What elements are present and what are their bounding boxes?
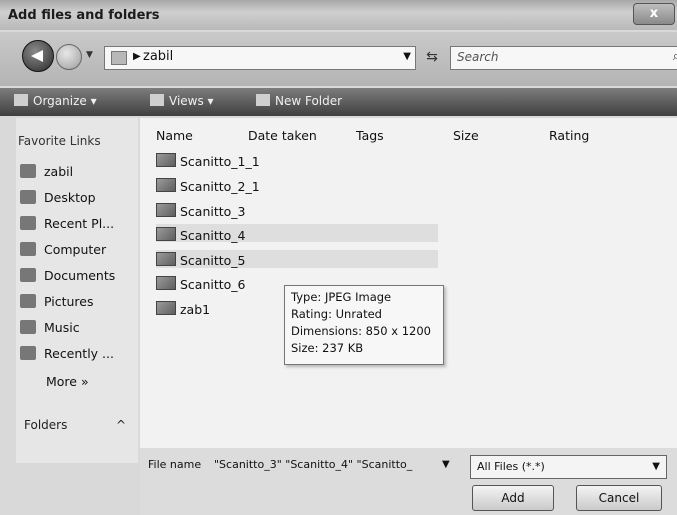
new-folder-button[interactable]: New Folder (256, 94, 342, 108)
address-path[interactable]: zabil (143, 49, 173, 64)
new-folder-icon (256, 94, 270, 106)
views-icon (150, 94, 164, 106)
desktop-icon (20, 190, 36, 204)
favorite-recently-changed[interactable]: Recently ... (20, 346, 114, 361)
file-name-dropdown-icon[interactable]: ▼ (442, 459, 450, 470)
column-size[interactable]: Size (453, 128, 479, 143)
file-info-tooltip: Type: JPEG Image Rating: Unrated Dimensi… (284, 285, 444, 365)
add-files-dialog: Add files and folders x ▼ ▶ zabil ▼ ⇆ Se… (0, 0, 677, 515)
favorite-desktop[interactable]: Desktop (20, 190, 96, 205)
refresh-icon[interactable]: ⇆ (420, 46, 444, 68)
cancel-button[interactable]: Cancel (576, 485, 662, 511)
file-row[interactable]: Scanitto_5 (156, 252, 246, 270)
jpeg-file-icon (156, 301, 176, 315)
jpeg-file-icon (156, 227, 176, 241)
jpeg-file-icon (156, 203, 176, 217)
forward-button[interactable] (56, 44, 82, 70)
tooltip-rating: Rating: Unrated (291, 307, 382, 321)
column-tags[interactable]: Tags (356, 128, 384, 143)
file-name-label: File name (148, 458, 202, 471)
pictures-icon (20, 294, 36, 308)
recent-places-icon (20, 216, 36, 230)
documents-icon (20, 268, 36, 282)
breadcrumb-arrow-icon[interactable]: ▶ (133, 51, 141, 62)
organize-icon (14, 94, 28, 106)
recent-pages-dropdown-icon[interactable]: ▼ (86, 50, 93, 60)
search-placeholder[interactable]: Search (457, 50, 499, 64)
search-input[interactable]: Search ⌕ (450, 46, 677, 70)
add-button[interactable]: Add (472, 485, 554, 511)
file-row[interactable]: Scanitto_2_1 (156, 178, 260, 196)
address-dropdown-icon[interactable]: ▼ (403, 51, 411, 62)
tooltip-dimensions: Dimensions: 850 x 1200 (291, 324, 431, 338)
search-icon[interactable]: ⌕ (673, 49, 677, 64)
organize-menu[interactable]: Organize ▾ (14, 94, 97, 108)
column-rating[interactable]: Rating (549, 128, 589, 143)
favorite-pictures[interactable]: Pictures (20, 294, 94, 309)
jpeg-file-icon (156, 178, 176, 192)
window-title: Add files and folders (8, 8, 160, 23)
favorite-documents[interactable]: Documents (20, 268, 115, 283)
filter-dropdown-icon[interactable]: ▼ (652, 461, 660, 472)
favorite-music[interactable]: Music (20, 320, 80, 335)
column-date-taken[interactable]: Date taken (248, 128, 317, 143)
close-button[interactable]: x (633, 3, 675, 25)
title-bar: Add files and folders x (0, 0, 677, 30)
more-links[interactable]: More » (46, 374, 89, 389)
jpeg-file-icon (156, 252, 176, 266)
command-toolbar: Organize ▾ Views ▾ New Folder (0, 88, 677, 116)
tooltip-size: Size: 237 KB (291, 341, 364, 355)
column-name[interactable]: Name (156, 128, 193, 143)
views-menu[interactable]: Views ▾ (150, 94, 214, 108)
address-bar[interactable]: ▶ zabil ▼ (104, 46, 416, 70)
favorite-computer[interactable]: Computer (20, 242, 106, 257)
favorite-links-heading: Favorite Links (18, 134, 101, 148)
folder-icon (111, 51, 127, 65)
back-button[interactable] (22, 40, 54, 72)
tooltip-type: Type: JPEG Image (291, 290, 392, 304)
file-row[interactable]: Scanitto_4 (156, 227, 246, 245)
recently-changed-icon (20, 346, 36, 360)
user-folder-icon (20, 164, 36, 178)
file-row[interactable]: zab1 (156, 301, 210, 319)
favorite-zabil[interactable]: zabil (20, 164, 73, 179)
file-type-filter[interactable]: All Files (*.*) ▼ (470, 455, 667, 479)
music-icon (20, 320, 36, 334)
file-row[interactable]: Scanitto_6 (156, 276, 246, 294)
file-name-field[interactable]: "Scanitto_3" "Scanitto_4" "Scanitto_ (210, 456, 465, 476)
file-row[interactable]: Scanitto_1_1 (156, 153, 260, 171)
favorite-recent-places[interactable]: Recent Pl... (20, 216, 114, 231)
file-row[interactable]: Scanitto_3 (156, 203, 246, 221)
jpeg-file-icon (156, 153, 176, 167)
chevron-up-icon[interactable]: ^ (116, 418, 126, 432)
jpeg-file-icon (156, 276, 176, 290)
folders-toggle-label[interactable]: Folders (24, 418, 67, 432)
computer-icon (20, 242, 36, 256)
